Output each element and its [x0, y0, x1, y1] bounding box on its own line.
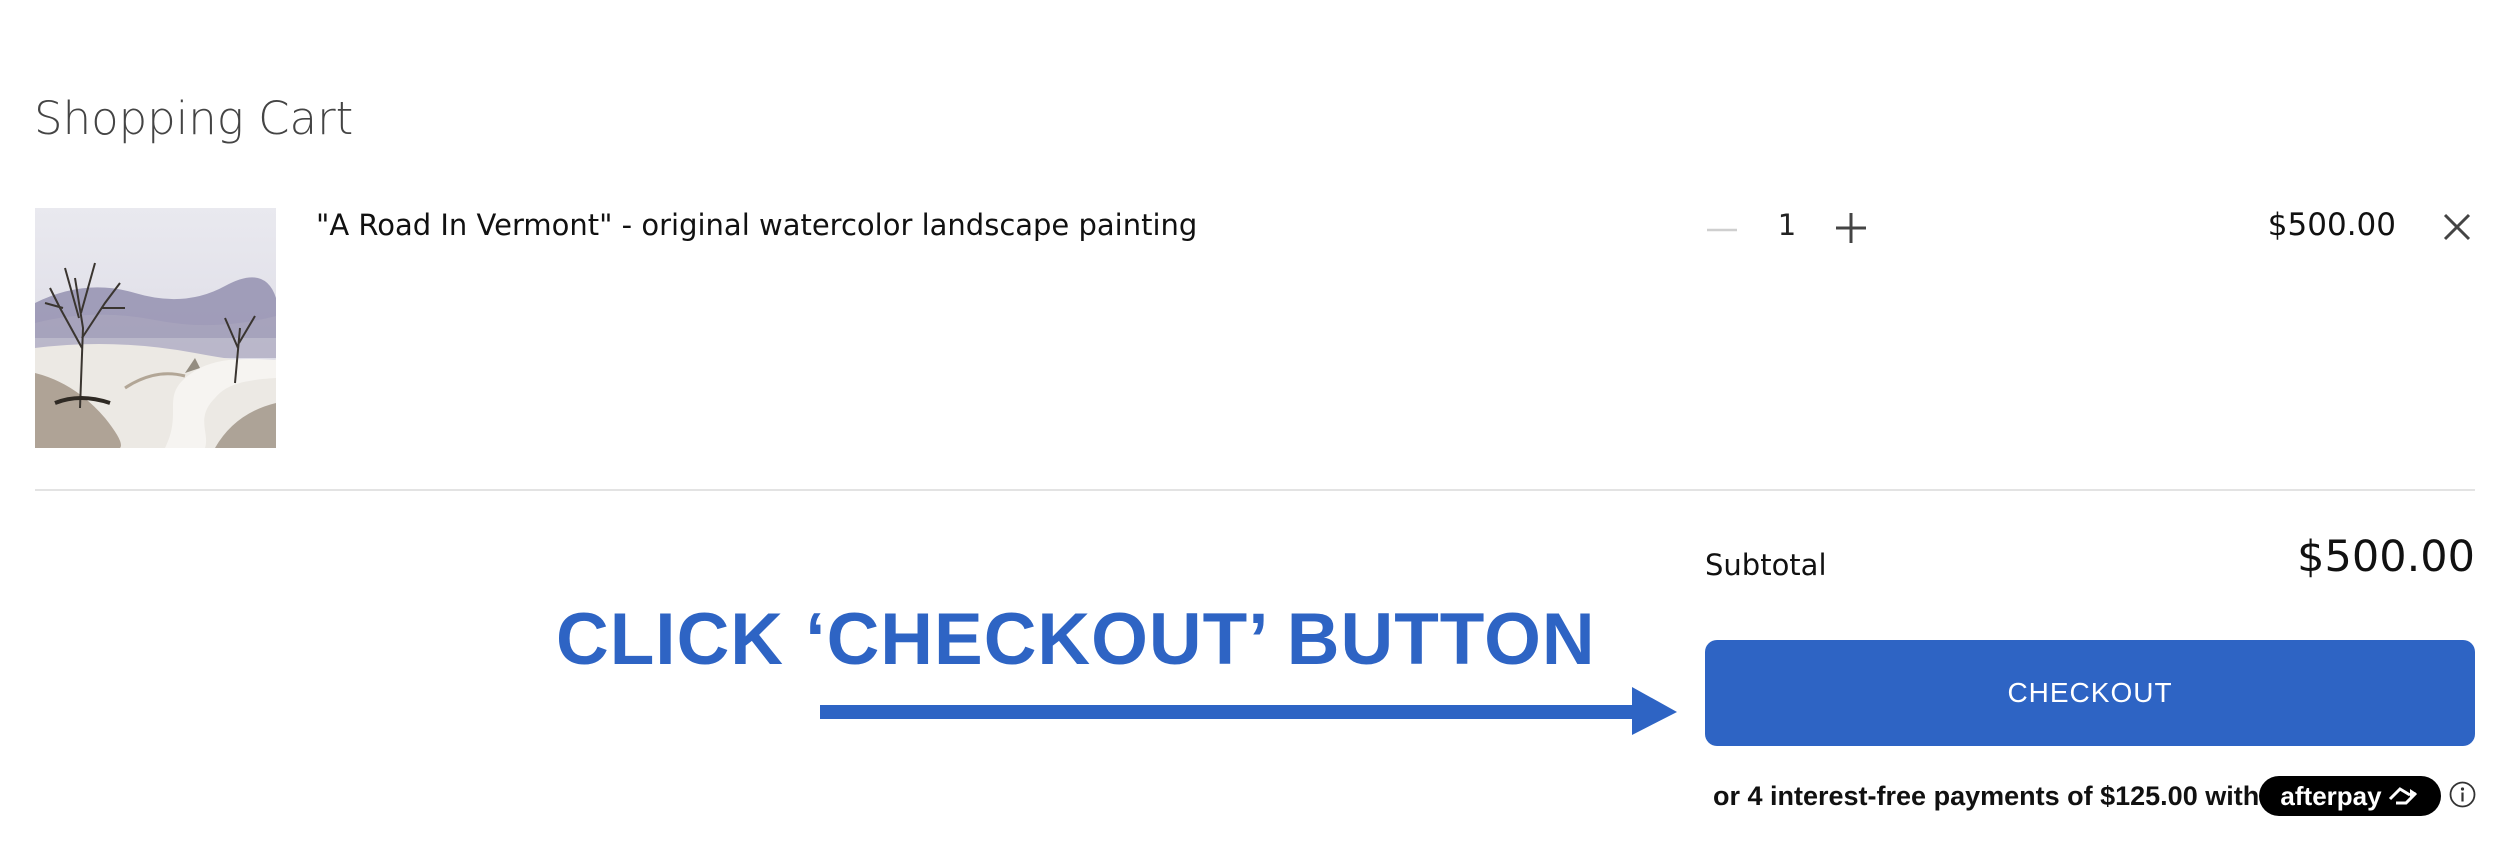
- arrow-right-icon: [820, 687, 1677, 735]
- remove-item-button[interactable]: [2440, 210, 2474, 244]
- instruction-annotation: CLICK ‘CHECKOUT’ BUTTON: [556, 599, 1596, 680]
- item-price: $500.00: [2267, 207, 2396, 243]
- afterpay-installments-text: or 4 interest-free payments of $125.00 w…: [1713, 781, 2260, 811]
- quantity-value: 1: [1777, 208, 1797, 242]
- afterpay-brand-label: afterpay: [2280, 780, 2382, 811]
- subtotal-label: Subtotal: [1705, 548, 1827, 582]
- page-title: Shopping Cart: [34, 92, 354, 145]
- product-name[interactable]: "A Road In Vermont" - original watercolo…: [316, 208, 1197, 242]
- watercolor-painting-image: [35, 208, 276, 448]
- product-thumbnail[interactable]: [35, 208, 276, 448]
- shopping-cart-page: Shopping Cart "A Road In Vermont" - orig…: [0, 0, 2500, 859]
- info-icon: [2449, 781, 2476, 808]
- subtotal-value: $500.00: [2297, 532, 2475, 582]
- checkout-button[interactable]: CHECKOUT: [1705, 640, 2475, 746]
- plus-icon: [1836, 213, 1866, 243]
- increase-quantity-button[interactable]: [1832, 209, 1870, 247]
- checkout-button-label: CHECKOUT: [2007, 677, 2173, 708]
- afterpay-info-button[interactable]: [2449, 781, 2476, 808]
- close-icon: [2443, 213, 2471, 241]
- decrease-quantity-button[interactable]: [1703, 211, 1741, 249]
- afterpay-arrows-icon: [2388, 787, 2417, 805]
- minus-icon: [1707, 228, 1737, 232]
- cart-divider: [35, 489, 2475, 491]
- afterpay-badge[interactable]: afterpay: [2259, 776, 2441, 816]
